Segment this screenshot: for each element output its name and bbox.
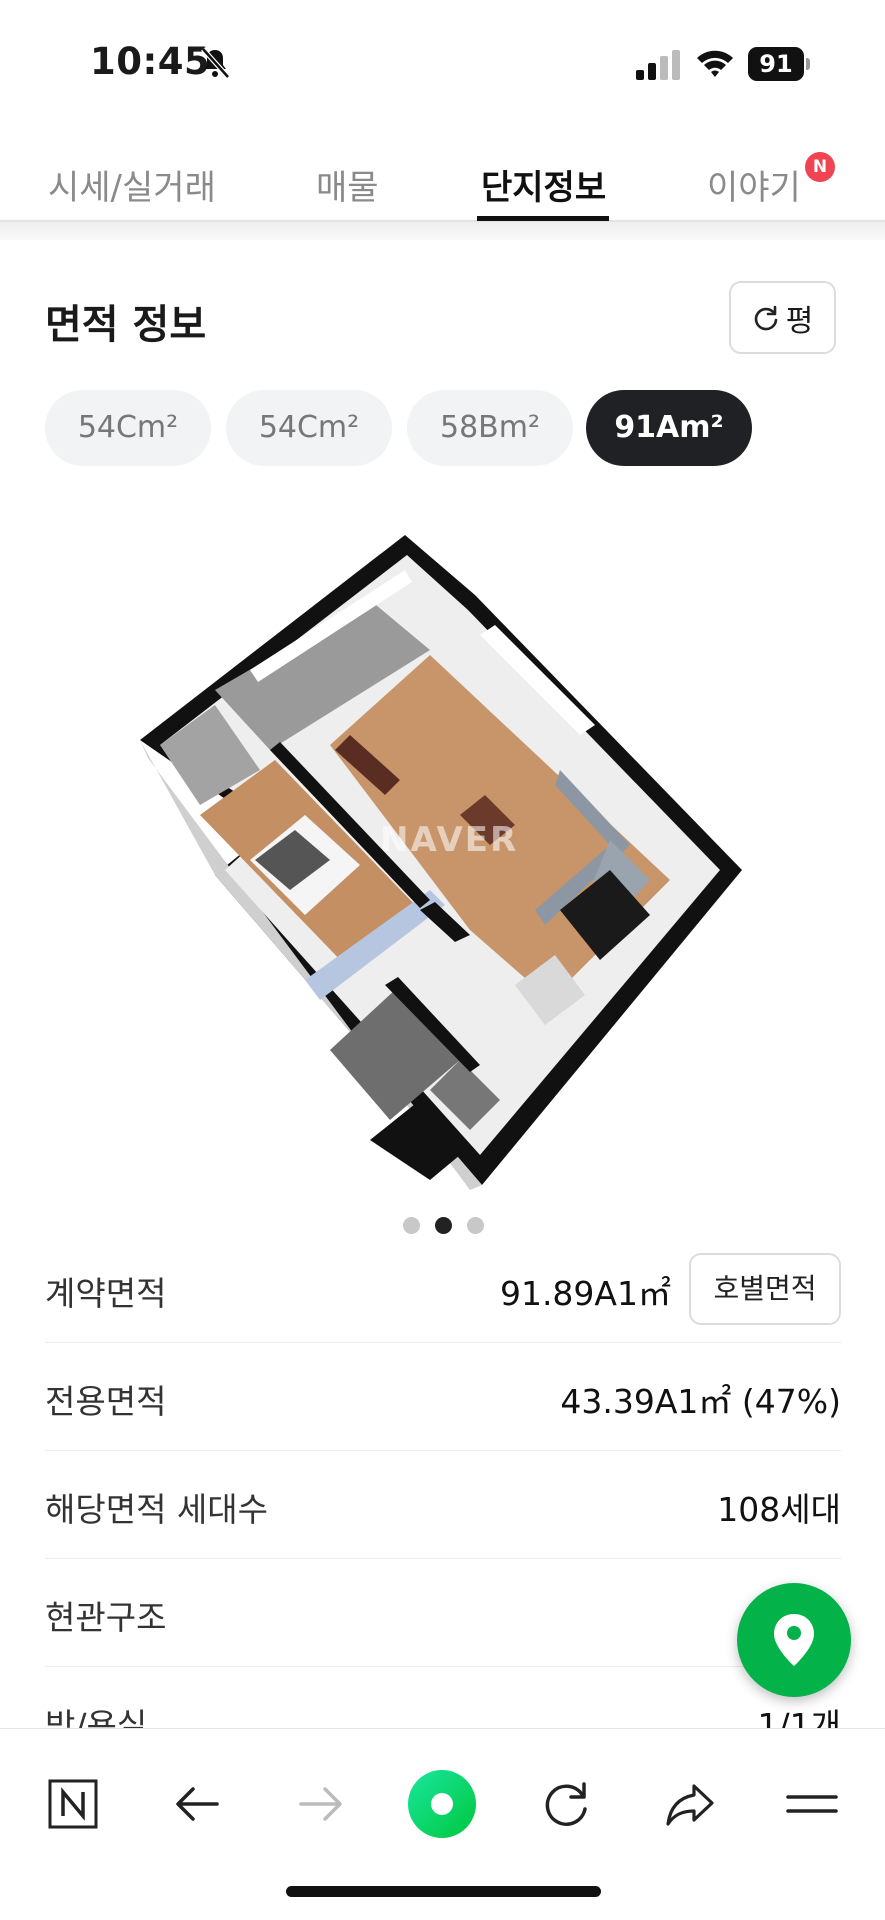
reload-button[interactable] — [531, 1769, 601, 1839]
home-indicator[interactable] — [286, 1886, 601, 1897]
carousel-dot-1[interactable] — [403, 1217, 420, 1234]
status-bar: 10:45 91 — [0, 0, 885, 120]
tab-price[interactable]: 시세/실거래 — [48, 160, 216, 209]
map-pin-icon — [774, 1614, 814, 1666]
floorplan-image[interactable] — [130, 530, 760, 1190]
battery-level: 91 — [748, 47, 804, 81]
tab-divider — [0, 222, 885, 240]
forward-button[interactable] — [286, 1769, 356, 1839]
exclusive-area-value: 43.39A1㎡ (47%) — [560, 1382, 841, 1421]
contract-area-label: 계약면적 — [45, 1274, 167, 1313]
unit-toggle-button[interactable]: 평 — [729, 281, 836, 354]
contract-area-value: 91.89A1㎡ — [499, 1274, 671, 1313]
area-chip-54c-2[interactable]: 54Cm² — [226, 390, 392, 466]
tab-complex-info[interactable]: 단지정보 — [481, 160, 606, 209]
area-chip-58b[interactable]: 58Bm² — [407, 390, 573, 466]
area-chip-91a[interactable]: 91Am² — [586, 390, 752, 466]
wifi-icon — [697, 50, 733, 77]
naver-home-button[interactable] — [38, 1769, 108, 1839]
tab-stories[interactable]: 이야기 — [707, 160, 801, 209]
tab-bar: 시세/실거래 매물 단지정보 이야기 — [0, 140, 885, 222]
forward-arrow-icon — [299, 1787, 342, 1821]
battery-indicator: 91 — [748, 47, 810, 81]
carousel-dot-3[interactable] — [467, 1217, 484, 1234]
naver-logo-icon — [48, 1779, 98, 1829]
refresh-icon — [545, 1782, 587, 1826]
share-icon — [666, 1784, 714, 1826]
exclusive-area-label: 전용면적 — [45, 1382, 167, 1421]
row-entrance-structure: 현관구조 — [45, 1559, 841, 1667]
household-count-label: 해당면적 세대수 — [45, 1490, 269, 1529]
carousel-dot-2[interactable] — [435, 1217, 452, 1234]
green-dot-icon — [408, 1770, 476, 1838]
row-household-count: 해당면적 세대수 108세대 — [45, 1451, 841, 1559]
tab-listings[interactable]: 매물 — [316, 160, 379, 209]
status-time: 10:45 — [90, 40, 211, 83]
row-contract-area: 계약면적 91.89A1㎡ 호별면적 — [45, 1235, 841, 1343]
active-tab-underline — [477, 216, 609, 221]
menu-button[interactable] — [777, 1769, 847, 1839]
household-count-value: 108세대 — [717, 1490, 841, 1529]
row-exclusive-area: 전용면적 43.39A1㎡ (47%) — [45, 1343, 841, 1451]
map-location-button[interactable] — [737, 1583, 851, 1697]
unit-area-button[interactable]: 호별면적 — [689, 1253, 841, 1325]
area-chip-54c-1[interactable]: 54Cm² — [45, 390, 211, 466]
cellular-signal-icon — [636, 50, 680, 80]
menu-icon — [786, 1795, 838, 1813]
bell-off-icon — [201, 47, 230, 79]
battery-tip — [806, 58, 810, 70]
back-button[interactable] — [162, 1769, 232, 1839]
unit-toggle-label: 평 — [785, 303, 814, 339]
refresh-icon — [754, 305, 777, 330]
floorplan-watermark: NAVER — [380, 820, 519, 860]
back-arrow-icon — [176, 1787, 219, 1821]
share-button[interactable] — [655, 1769, 725, 1839]
green-dot-button[interactable] — [407, 1769, 477, 1839]
new-badge: N — [805, 152, 835, 182]
entrance-structure-label: 현관구조 — [45, 1598, 167, 1637]
section-title: 면적 정보 — [45, 302, 207, 348]
